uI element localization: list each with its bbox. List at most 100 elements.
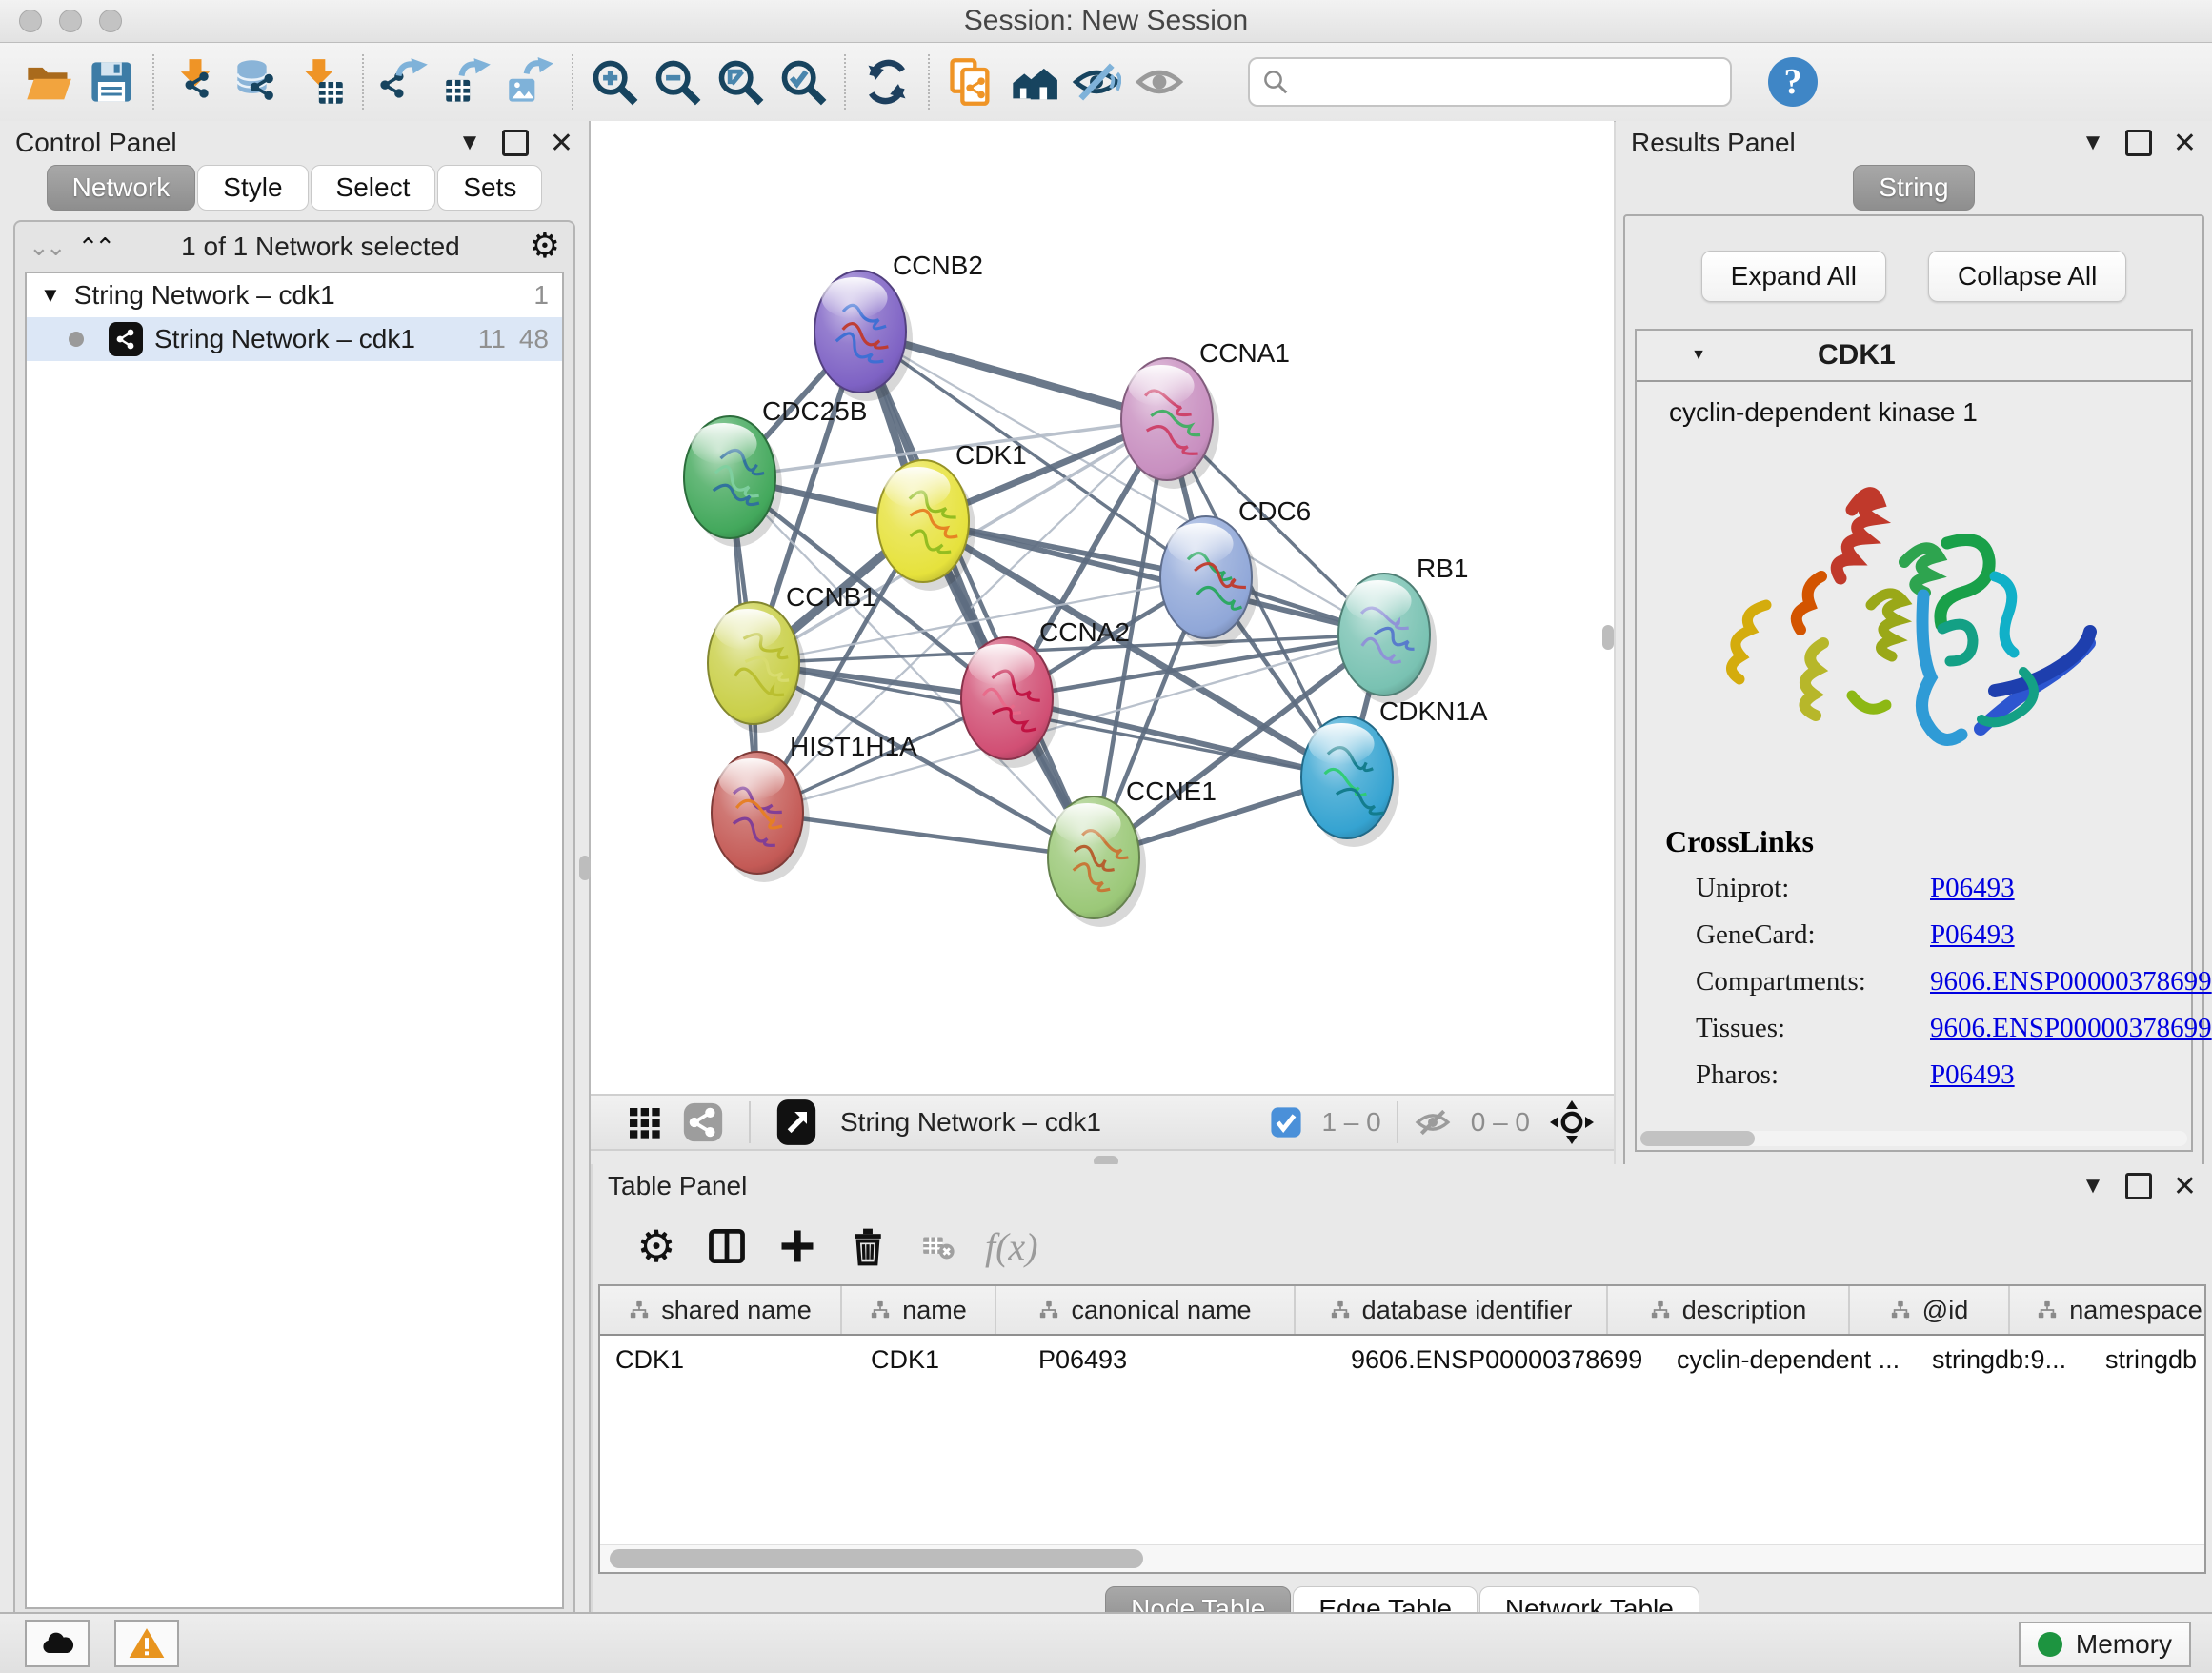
search-input[interactable] <box>1290 67 1719 98</box>
column-header-namespace[interactable]: namespace <box>2008 1286 2206 1334</box>
cloud-button[interactable] <box>25 1620 90 1667</box>
crosslink-row: Pharos:P06493 <box>1637 1052 2191 1099</box>
warning-icon <box>128 1624 166 1663</box>
float-panel-icon[interactable]: ▼ <box>2081 1173 2104 1199</box>
export-image-icon <box>506 57 555 107</box>
open-session-icon <box>24 57 73 107</box>
import-table-icon <box>296 57 346 107</box>
show-columns-icon[interactable] <box>692 1216 762 1277</box>
open-session-button[interactable] <box>17 50 80 113</box>
right-splitter-grip[interactable] <box>1602 625 1614 650</box>
network-options-gear-icon[interactable]: ⚙ <box>530 230 560 264</box>
delete-column-trash-icon[interactable] <box>833 1216 903 1277</box>
window-titlebar: Session: New Session <box>0 0 2212 43</box>
zoom-fit-icon <box>715 57 765 107</box>
network-node-RB1: RB1 <box>1338 554 1468 704</box>
column-header--id[interactable]: @id <box>1848 1286 2008 1334</box>
tab-select[interactable]: Select <box>311 165 436 211</box>
table-settings-gear-icon[interactable]: ⚙ <box>621 1216 692 1277</box>
hide-selected-button[interactable] <box>1065 50 1128 113</box>
toolbar-separator <box>844 54 846 110</box>
protein-structure-image <box>1709 453 2119 805</box>
overview-homes-icon <box>1009 57 1058 107</box>
column-header-name[interactable]: name <box>840 1286 995 1334</box>
collapse-all-button[interactable]: Collapse All <box>1928 251 2126 302</box>
hidden-eye-slash-icon <box>1414 1103 1452 1141</box>
zoom-fit-button[interactable] <box>709 50 772 113</box>
left-splitter-grip[interactable] <box>579 856 591 880</box>
memory-button[interactable]: Memory <box>2019 1622 2191 1667</box>
crosslink-link[interactable]: 9606.ENSP00000378699 <box>1930 966 2212 998</box>
birdseye-view-icon[interactable] <box>625 1103 663 1141</box>
import-network-button[interactable] <box>164 50 227 113</box>
network-share-icon[interactable] <box>682 1101 724 1143</box>
export-network-button[interactable] <box>373 50 436 113</box>
svg-text:CDC25B: CDC25B <box>762 396 867 426</box>
collapse-all-icon[interactable]: ⌄⌄ <box>29 232 63 262</box>
import-table-button[interactable] <box>290 50 352 113</box>
import-network-database-button[interactable] <box>227 50 290 113</box>
tab-style[interactable]: Style <box>197 165 308 211</box>
float-panel-icon[interactable]: ▼ <box>458 130 481 156</box>
edge-count: 48 <box>519 324 549 354</box>
control-panel: Control Panel ▼ ✕ NetworkStyleSelectSets… <box>0 121 591 1612</box>
help-button[interactable]: ? <box>1768 57 1818 107</box>
maximize-panel-icon[interactable] <box>2125 130 2152 156</box>
crosslink-link[interactable]: P06493 <box>1930 873 2015 904</box>
close-window-button[interactable] <box>19 10 42 32</box>
table-panel: Table Panel ▼ ✕ ⚙ f(x) shared namenameca… <box>593 1164 2212 1612</box>
current-network-dot-icon <box>69 332 84 347</box>
export-table-button[interactable] <box>436 50 499 113</box>
export-image-button[interactable] <box>499 50 562 113</box>
table-horizontal-scrollbar[interactable] <box>600 1544 2204 1572</box>
expand-all-button[interactable]: Expand All <box>1701 251 1886 302</box>
toolbar-separator <box>152 54 154 110</box>
warnings-button[interactable] <box>114 1620 179 1667</box>
collection-expand-icon[interactable]: ▼ <box>40 283 61 308</box>
column-header-description[interactable]: description <box>1606 1286 1848 1334</box>
float-panel-icon[interactable]: ▼ <box>2081 130 2104 156</box>
save-session-button[interactable] <box>80 50 143 113</box>
tab-sets[interactable]: Sets <box>437 165 542 211</box>
collapse-gene-icon[interactable]: ▼ <box>1637 347 1760 364</box>
minimize-window-button[interactable] <box>59 10 82 32</box>
table-panel-title: Table Panel <box>608 1171 747 1201</box>
maximize-panel-icon[interactable] <box>502 130 529 156</box>
network-row[interactable]: String Network – cdk1 11 48 <box>27 317 562 361</box>
svg-text:HIST1H1A: HIST1H1A <box>790 732 917 761</box>
overview-homes-button[interactable] <box>1002 50 1065 113</box>
network-icon <box>109 322 143 356</box>
clone-network-button[interactable] <box>939 50 1002 113</box>
network-canvas[interactable]: CCNB2CCNA1CDC25BCDK1CDC6RB1CCNB1CCNA2CDK… <box>591 121 1614 1094</box>
results-horizontal-scrollbar[interactable] <box>1640 1131 2187 1146</box>
main-toolbar: ? <box>0 43 2212 122</box>
refresh-view-button[interactable] <box>855 50 918 113</box>
close-panel-icon[interactable]: ✕ <box>2173 1170 2197 1203</box>
tab-network[interactable]: Network <box>47 165 196 211</box>
show-all-button[interactable] <box>1128 50 1191 113</box>
add-column-icon[interactable] <box>762 1216 833 1277</box>
column-header-shared-name[interactable]: shared name <box>600 1286 840 1334</box>
maximize-panel-icon[interactable] <box>2125 1173 2152 1199</box>
network-list-panel: ⌄⌄ ⌃⌃ 1 of 1 Network selected ⚙ ▼ String… <box>13 220 575 1642</box>
crosslink-link[interactable]: 9606.ENSP00000378699 <box>1930 1013 2212 1044</box>
network-collection-row[interactable]: ▼ String Network – cdk1 1 <box>27 273 562 317</box>
fit-content-button[interactable] <box>775 1098 817 1147</box>
crosslink-link[interactable]: P06493 <box>1930 919 2015 951</box>
column-header-database-identifier[interactable]: database identifier <box>1294 1286 1606 1334</box>
toolbar-separator <box>928 54 930 110</box>
zoom-out-button[interactable] <box>646 50 709 113</box>
crosslink-link[interactable]: P06493 <box>1930 1059 2015 1091</box>
close-panel-icon[interactable]: ✕ <box>550 127 573 160</box>
selected-checkbox-icon[interactable] <box>1270 1106 1302 1139</box>
pan-crosshair-icon[interactable] <box>1549 1099 1595 1145</box>
zoom-window-button[interactable] <box>99 10 122 32</box>
table-row[interactable]: CDK1CDK1P064939606.ENSP00000378699cyclin… <box>600 1336 2204 1383</box>
network-selection-status: 1 of 1 Network selected <box>111 232 530 262</box>
column-header-canonical-name[interactable]: canonical name <box>995 1286 1294 1334</box>
close-panel-icon[interactable]: ✕ <box>2173 127 2197 160</box>
expand-all-icon[interactable]: ⌃⌃ <box>78 232 112 262</box>
zoom-in-button[interactable] <box>583 50 646 113</box>
tab-string[interactable]: String <box>1853 165 1974 211</box>
zoom-selected-button[interactable] <box>772 50 835 113</box>
